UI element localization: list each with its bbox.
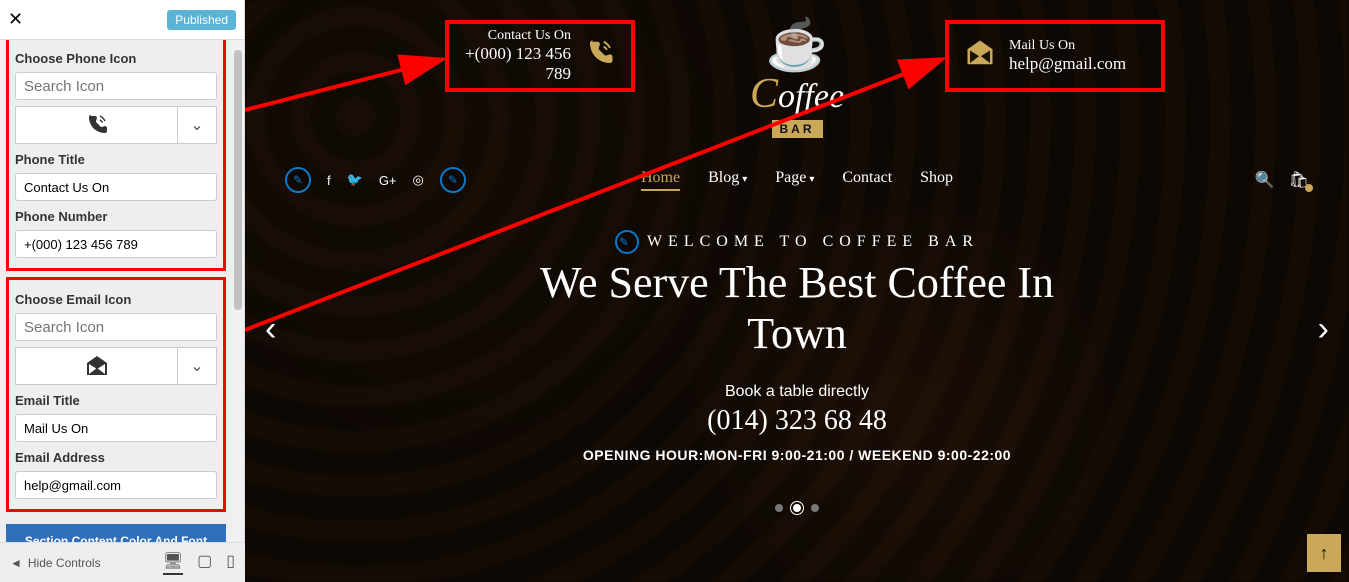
sidebar-bottom-bar: ◄ Hide Controls 🖥 ▢ ▯ <box>0 542 245 582</box>
contact-phone-box: Contact Us On +(000) 123 456 789 <box>445 20 635 92</box>
nav-page[interactable]: Page▾ <box>775 169 814 191</box>
email-icon-preview <box>15 347 177 385</box>
contact-phone-value: +(000) 123 456 789 <box>465 44 571 84</box>
cup-icon: ☕ <box>717 20 877 70</box>
nav-blog-label: Blog <box>708 169 739 186</box>
email-settings-group: Choose Email Icon ⌄ Email Title Email Ad… <box>6 277 226 512</box>
top-contacts: Contact Us On +(000) 123 456 789 ☕ CCoff… <box>245 20 1349 130</box>
mobile-icon[interactable]: ▯ <box>226 551 235 575</box>
slider-dot[interactable] <box>811 504 819 512</box>
phone-title-input[interactable] <box>15 173 217 201</box>
phone-icon-dropdown[interactable]: ⌄ <box>177 106 217 144</box>
sidebar-body: Choose Phone Icon ⌄ Phone Title Phone Nu… <box>0 40 232 542</box>
hero-title-line2: Town <box>245 309 1349 360</box>
search-phone-icon-input[interactable] <box>15 72 217 100</box>
slider-prev-icon[interactable]: ‹ <box>265 310 276 349</box>
logo-text: CCoffeeoffee <box>717 70 877 118</box>
hero-eyebrow: ✎ WELCOME TO COFFEE BAR <box>615 230 979 254</box>
arrow-up-icon: ↑ <box>1320 543 1329 564</box>
email-icon-picker: ⌄ <box>15 347 217 385</box>
twitter-icon[interactable]: 🐦 <box>347 172 363 188</box>
close-icon[interactable]: ✕ <box>8 9 23 30</box>
search-icon[interactable]: 🔍 <box>1255 170 1275 190</box>
email-title-input[interactable] <box>15 414 217 442</box>
slider-dot[interactable] <box>793 504 801 512</box>
envelope-open-icon <box>85 355 109 377</box>
envelope-open-icon <box>965 39 995 74</box>
phone-icon-picker: ⌄ <box>15 106 217 144</box>
live-preview: Contact Us On +(000) 123 456 789 ☕ CCoff… <box>245 0 1349 582</box>
nav-shop[interactable]: Shop <box>920 169 953 191</box>
contact-phone-title: Contact Us On <box>465 28 571 44</box>
site-logo[interactable]: ☕ CCoffeeoffee BAR <box>717 20 877 138</box>
cart-icon[interactable]: 🛍 <box>1289 170 1309 190</box>
sidebar-scrollbar-thumb[interactable] <box>234 50 242 310</box>
customizer-sidebar: ✕ Published Choose Phone Icon ⌄ Phone Ti… <box>0 0 245 582</box>
email-icon-dropdown[interactable]: ⌄ <box>177 347 217 385</box>
google-plus-icon[interactable]: G+ <box>379 173 397 188</box>
facebook-icon[interactable]: f <box>327 173 331 188</box>
sidebar-scrollbar[interactable] <box>232 40 244 540</box>
tablet-icon[interactable]: ▢ <box>197 551 212 575</box>
nav-blog[interactable]: Blog▾ <box>708 169 747 191</box>
hero-subtitle: Book a table directly <box>245 383 1349 401</box>
contact-mail-value: help@gmail.com <box>1009 54 1126 74</box>
search-email-icon-input[interactable] <box>15 313 217 341</box>
sidebar-top-bar: ✕ Published <box>0 0 244 40</box>
caret-down-icon: ▾ <box>742 174 747 185</box>
edit-icon[interactable]: ✎ <box>285 167 311 193</box>
nav-page-label: Page <box>775 169 806 186</box>
phone-title-label: Phone Title <box>15 152 217 167</box>
nav-right: 🔍 🛍 <box>1255 170 1309 190</box>
email-address-input[interactable] <box>15 471 217 499</box>
phone-icon-preview <box>15 106 177 144</box>
phone-icon-label: Choose Phone Icon <box>15 51 217 66</box>
email-icon-label: Choose Email Icon <box>15 292 217 307</box>
chevron-left-icon: ◄ <box>10 556 22 570</box>
phone-volume-icon <box>85 113 109 137</box>
hero-title: We Serve The Best Coffee In Town <box>245 258 1349 359</box>
slider-dots <box>775 504 819 512</box>
nav-left: ✎ f 🐦 G+ ◎ ✎ <box>285 167 466 193</box>
hide-controls-label: Hide Controls <box>28 556 101 570</box>
phone-number-input[interactable] <box>15 230 217 258</box>
hero-hours: OPENING HOUR:MON-FRI 9:00-21:00 / WEEKEN… <box>245 447 1349 463</box>
phone-number-label: Phone Number <box>15 209 217 224</box>
nav-menu: Home Blog▾ Page▾ Contact Shop <box>641 169 953 191</box>
scroll-to-top-button[interactable]: ↑ <box>1307 534 1341 572</box>
slider-next-icon[interactable]: › <box>1318 310 1329 349</box>
hero-title-line1: We Serve The Best Coffee In <box>245 258 1349 309</box>
slider-dot[interactable] <box>775 504 783 512</box>
phone-volume-icon <box>585 38 615 75</box>
nav-home[interactable]: Home <box>641 169 680 191</box>
instagram-icon[interactable]: ◎ <box>413 172 424 188</box>
phone-settings-group: Choose Phone Icon ⌄ Phone Title Phone Nu… <box>6 40 226 271</box>
section-color-font-button[interactable]: Section Content Color And Font Settings <box>6 524 226 542</box>
hero-eyebrow-text: WELCOME TO COFFEE BAR <box>647 233 979 251</box>
hide-controls-button[interactable]: ◄ Hide Controls <box>10 556 101 570</box>
contact-mail-box: Mail Us On help@gmail.com <box>945 20 1165 92</box>
contact-mail-text: Mail Us On help@gmail.com <box>1009 38 1126 74</box>
edit-icon[interactable]: ✎ <box>440 167 466 193</box>
contact-phone-text: Contact Us On +(000) 123 456 789 <box>465 28 571 84</box>
edit-icon[interactable]: ✎ <box>615 230 639 254</box>
email-address-label: Email Address <box>15 450 217 465</box>
device-preview-icons: 🖥 ▢ ▯ <box>163 551 235 575</box>
nav-contact[interactable]: Contact <box>842 169 892 191</box>
caret-down-icon: ▾ <box>809 174 814 185</box>
hero: ✎ WELCOME TO COFFEE BAR We Serve The Bes… <box>245 230 1349 463</box>
main-nav: ✎ f 🐦 G+ ◎ ✎ Home Blog▾ Page▾ Contact Sh… <box>245 160 1349 200</box>
logo-subtext: BAR <box>772 120 823 138</box>
hero-phone: (014) 323 68 48 <box>245 405 1349 437</box>
email-title-label: Email Title <box>15 393 217 408</box>
status-badge: Published <box>167 10 236 30</box>
contact-mail-title: Mail Us On <box>1009 38 1126 54</box>
desktop-icon[interactable]: 🖥 <box>163 551 183 575</box>
